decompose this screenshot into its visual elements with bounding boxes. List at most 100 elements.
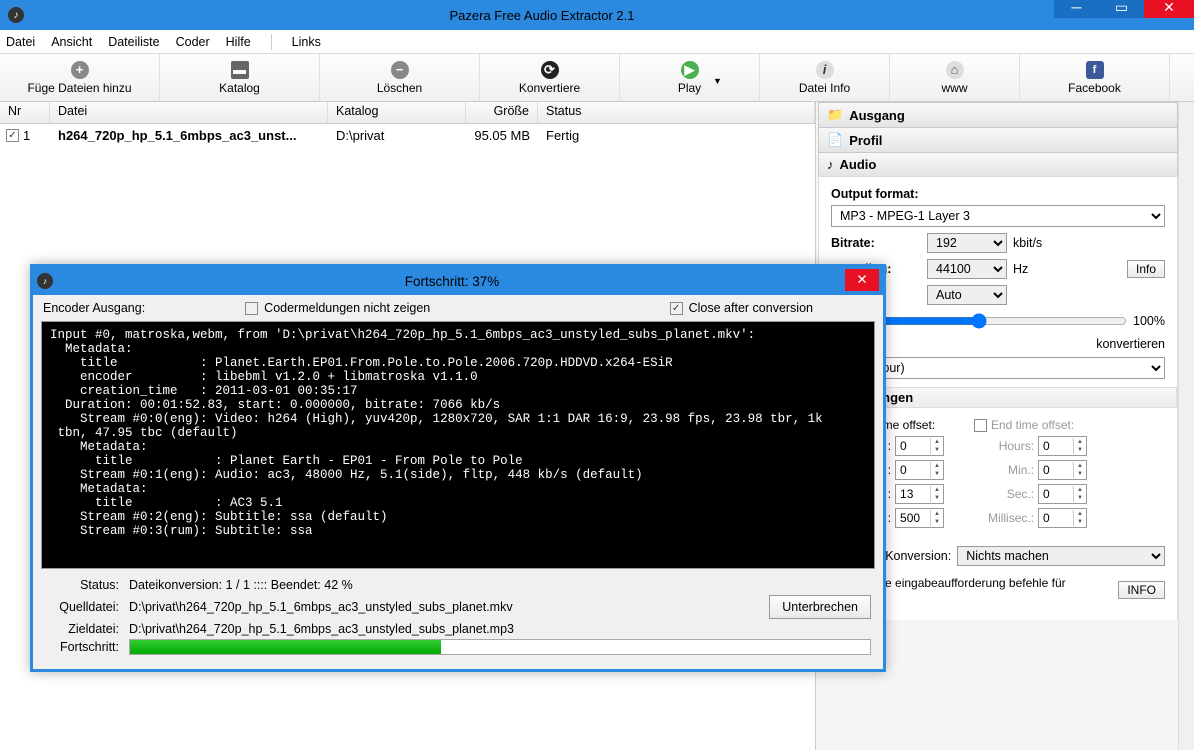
play-button[interactable]: ▶ Play ▼ [620,54,760,101]
window-title: Pazera Free Audio Extractor 2.1 [30,8,1054,23]
facebook-icon: f [1086,61,1104,79]
close-after-checkbox[interactable]: ✓ [670,302,683,315]
col-file[interactable]: Datei [50,102,328,123]
volume-value: 100% [1133,314,1165,328]
dialog-titlebar: ♪ Fortschritt: 37% ✕ [33,267,883,295]
convert-label: Konvertiere [519,81,580,95]
start-ms-spinner[interactable]: ▲▼ [895,508,944,528]
output-format-label: Output format: [831,187,1165,201]
end-sec-spinner[interactable]: ▲▼ [1038,484,1087,504]
minus-icon: − [391,61,409,79]
progress-dialog: ♪ Fortschritt: 37% ✕ Encoder Ausgang: Co… [30,264,886,672]
convert-button[interactable]: ⟳ Konvertiere [480,54,620,101]
delete-label: Löschen [377,81,422,95]
maximize-button[interactable]: ▭ [1099,0,1144,18]
after-conversion-select[interactable]: Nichts machen [957,546,1165,566]
source-value: D:\privat\h264_720p_hp_5.1_6mbps_ac3_uns… [129,600,513,614]
column-headers: Nr Datei Katalog Größe Status [0,102,815,124]
end-offset-label: End time offset: [991,418,1087,432]
source-label: Quelldatei: [45,600,119,614]
play-label: Play [678,81,701,95]
bitrate-label: Bitrate: [831,236,921,250]
row-nr: 1 [23,128,30,143]
menu-coder[interactable]: Coder [176,35,210,49]
status-label: Status: [45,578,119,592]
section-audio[interactable]: ♪ Audio [818,152,1178,176]
section-ausgang[interactable]: 📁Ausgang [818,102,1178,127]
end-ms-label: Millisec.: [988,511,1034,525]
plus-icon: + [71,61,89,79]
www-button[interactable]: ⌂ www [890,54,1020,101]
end-min-label: Min.: [1008,463,1034,477]
delete-button[interactable]: − Löschen [320,54,480,101]
bitrate-select[interactable]: 192 [927,233,1007,253]
info-button[interactable]: Info [1127,260,1165,278]
file-info-label: Datei Info [799,81,850,95]
menu-dateiliste[interactable]: Dateiliste [108,35,159,49]
catalog-button[interactable]: ▬Katalog [160,54,320,101]
status-value: Dateikonversion: 1 / 1 :::: Beendet: 42 … [129,578,353,592]
row-filename: h264_720p_hp_5.1_6mbps_ac3_unst... [50,128,328,143]
menubar: Datei Ansicht Dateiliste Coder Hilfe Lin… [0,30,1194,54]
section-profil[interactable]: 📄Profil [818,127,1178,152]
ms-label: : [888,511,891,525]
console-output[interactable]: Input #0, matroska,webm, from 'D:\privat… [41,321,875,569]
folder-icon: 📁 [827,107,843,123]
encoder-output-label: Encoder Ausgang: [43,301,145,315]
audio-label: Audio [840,157,877,172]
progress-fill [130,640,441,654]
end-min-spinner[interactable]: ▲▼ [1038,460,1087,480]
progress-label: Fortschritt: [45,640,119,654]
channels-select[interactable]: Auto [927,285,1007,305]
progress-bar [129,639,871,655]
end-offset-checkbox[interactable] [974,419,987,432]
hide-messages-checkbox[interactable] [245,302,258,315]
convert-icon: ⟳ [541,61,559,79]
facebook-button[interactable]: f Facebook [1020,54,1170,101]
menu-hilfe[interactable]: Hilfe [226,35,251,49]
convert-track-label: konvertieren [1096,337,1165,351]
menu-separator [271,34,272,50]
col-catalog[interactable]: Katalog [328,102,466,123]
ffmpeg-info-button[interactable]: INFO [1118,581,1165,599]
close-after-label: Close after conversion [689,301,813,315]
menu-links[interactable]: Links [292,35,321,49]
end-hours-spinner[interactable]: ▲▼ [1038,436,1087,456]
facebook-label: Facebook [1068,81,1121,95]
col-size[interactable]: Größe [466,102,538,123]
file-info-button[interactable]: iDatei Info [760,54,890,101]
close-button[interactable]: ✕ [1144,0,1194,18]
target-value: D:\privat\h264_720p_hp_5.1_6mbps_ac3_uns… [129,622,514,636]
play-icon: ▶ [681,61,699,79]
col-nr[interactable]: Nr [0,102,50,123]
home-icon: ⌂ [946,61,964,79]
dialog-close-button[interactable]: ✕ [845,269,879,291]
music-note-icon: ♪ [827,157,834,172]
output-format-select[interactable]: MP3 - MPEG-1 Layer 3 [831,205,1165,227]
row-size: 95.05 MB [466,128,538,143]
row-checkbox[interactable]: ✓ [6,129,19,142]
dialog-app-icon: ♪ [37,273,53,289]
col-status[interactable]: Status [538,102,815,123]
minimize-button[interactable]: ─ [1054,0,1099,18]
play-dropdown-icon[interactable]: ▼ [713,76,722,86]
start-min-spinner[interactable]: ▲▼ [895,460,944,480]
end-ms-spinner[interactable]: ▲▼ [1038,508,1087,528]
hide-messages-label: Codermeldungen nicht zeigen [264,301,430,315]
menu-ansicht[interactable]: Ansicht [51,35,92,49]
www-label: www [942,81,968,95]
folder-icon: ▬ [231,61,249,79]
cancel-button[interactable]: Unterbrechen [769,595,871,619]
file-row[interactable]: ✓1 h264_720p_hp_5.1_6mbps_ac3_unst... D:… [0,124,815,147]
menu-datei[interactable]: Datei [6,35,35,49]
row-status: Fertig [538,128,579,143]
toolbar: + Füge Dateien hinzu ▬Katalog − Löschen ⟳ K… [0,54,1194,102]
start-hours-spinner[interactable]: ▲▼ [895,436,944,456]
right-scrollbar[interactable] [1178,102,1194,750]
sampling-unit: Hz [1013,262,1028,276]
sampling-select[interactable]: 44100 [927,259,1007,279]
sec-label: : [888,487,891,501]
start-sec-spinner[interactable]: ▲▼ [895,484,944,504]
add-files-label: Füge Dateien hinzu [27,81,131,95]
add-files-button[interactable]: + Füge Dateien hinzu [0,54,160,101]
